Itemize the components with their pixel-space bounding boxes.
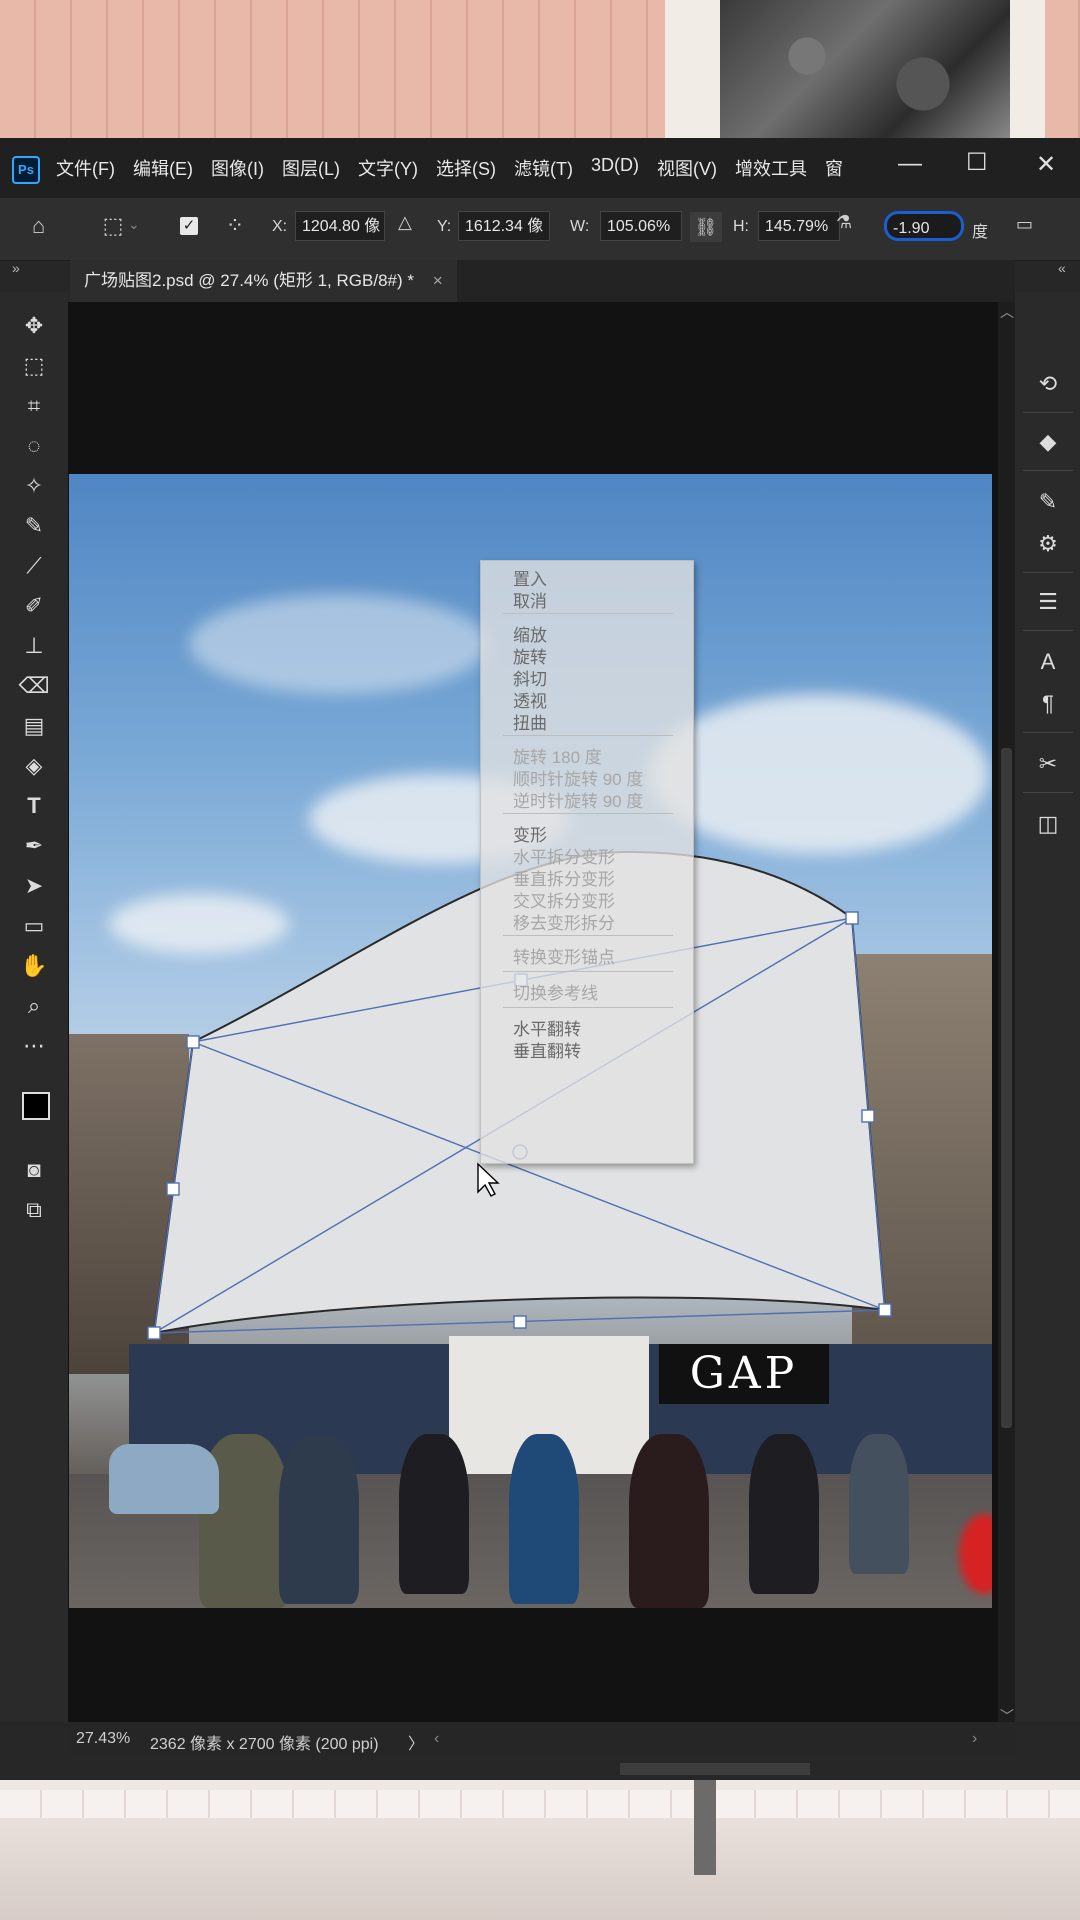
menu-separator: [503, 935, 673, 936]
transform-handle: [878, 1303, 892, 1317]
transform-handle: [166, 1182, 180, 1196]
menu-item-rotate-ccw[interactable]: 逆时针旋转 90 度: [513, 787, 643, 812]
menu-separator: [503, 613, 673, 614]
menu-separator: [503, 735, 673, 736]
menu-item-distort[interactable]: 扭曲: [513, 709, 547, 734]
transform-handle: [513, 1315, 527, 1329]
menu-item-toggle-guides[interactable]: 切换参考线: [513, 979, 598, 1004]
transform-context-menu: 置入 取消 缩放 旋转 斜切 透视 扭曲 旋转 180 度 顺时针旋转 90 度…: [480, 560, 694, 1164]
transform-handle: [845, 911, 859, 925]
menu-item-flip-vertical[interactable]: 垂直翻转: [513, 1037, 581, 1062]
transform-handle: [861, 1109, 875, 1123]
floor-baseboard: [0, 1790, 1080, 1818]
transform-handle: [147, 1326, 161, 1340]
transform-handle: [186, 1035, 200, 1049]
menu-item-convert-anchor[interactable]: 转换变形锚点: [513, 943, 615, 968]
monitor-stand: [694, 1780, 716, 1875]
menu-item-remove-split[interactable]: 移去变形拆分: [513, 909, 615, 934]
menu-separator: [503, 971, 673, 972]
menu-separator: [503, 813, 673, 814]
menu-item-cancel[interactable]: 取消: [513, 587, 547, 612]
menu-separator: [503, 1007, 673, 1008]
